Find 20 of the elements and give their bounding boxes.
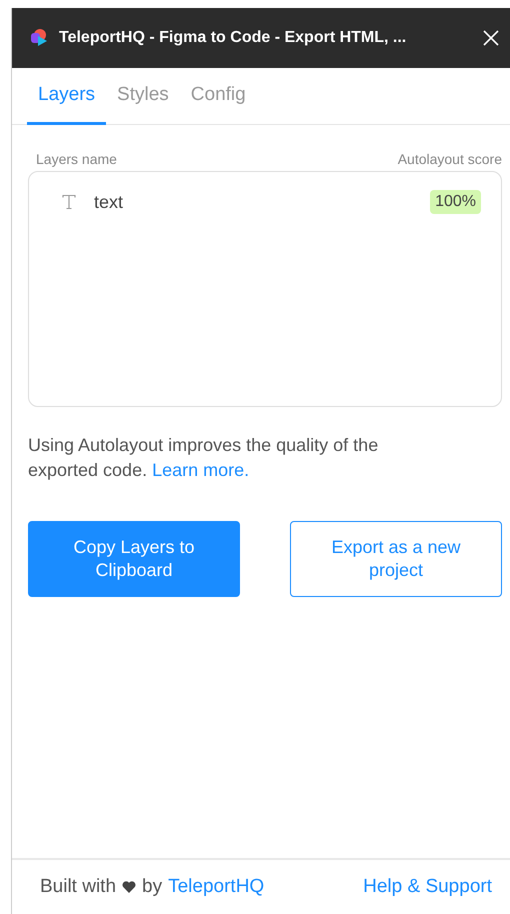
tab[interactable]: Config [180, 68, 257, 125]
learn-more-link[interactable]: Learn more. [152, 460, 250, 480]
column-header: Autolayout score [398, 151, 502, 167]
column-header: Layers name [36, 151, 117, 167]
tab[interactable]: Layers [27, 68, 106, 125]
heart-icon [122, 881, 136, 893]
copy-button[interactable]: Copy Layers to Clipboard [28, 521, 240, 597]
hint-text: Using Autolayout improves the quality of the exported code. Learn more. [28, 434, 380, 482]
tab[interactable]: Styles [106, 68, 180, 125]
brand-link[interactable]: TeleportHQ [168, 876, 264, 898]
layer-name[interactable]: text [94, 192, 414, 212]
close-icon[interactable] [482, 29, 500, 47]
help-link[interactable]: Help & Support [363, 876, 492, 898]
score-badge: 100% [430, 190, 481, 214]
footer-text: Built with [40, 876, 116, 898]
footer-text: by [142, 876, 162, 898]
window-title: TeleportHQ - Figma to Code - Export HTML, ... [59, 29, 408, 47]
text-layer-icon [61, 194, 77, 210]
logo-icon [29, 28, 49, 48]
export-button[interactable]: Export as a new project [290, 521, 502, 597]
